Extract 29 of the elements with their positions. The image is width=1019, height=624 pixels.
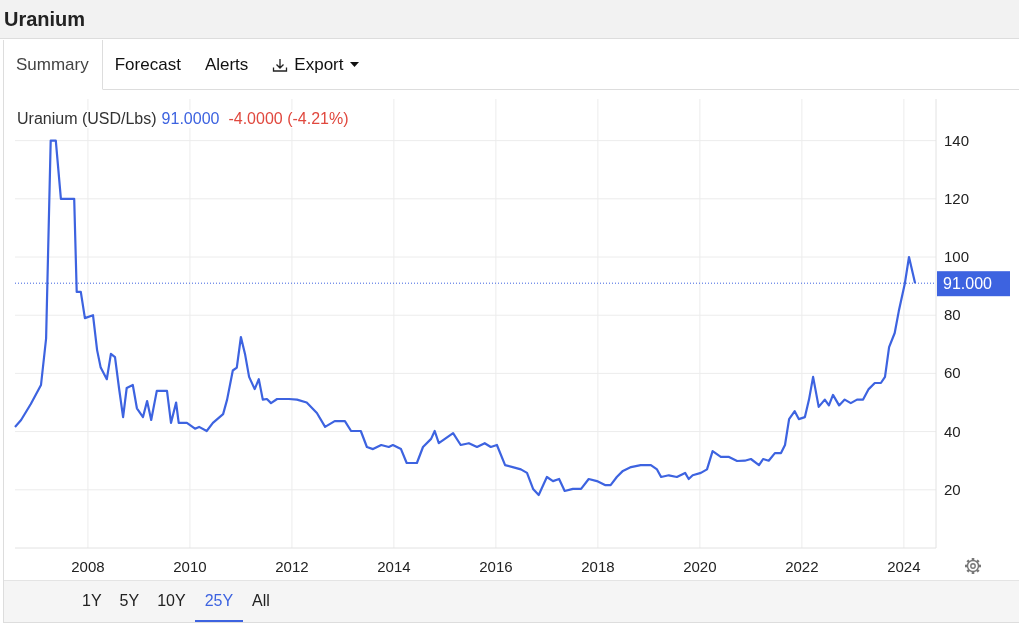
- x-axis-label: 2014: [377, 558, 411, 575]
- range-button[interactable]: All: [243, 581, 279, 622]
- series-name: Uranium (USD/Lbs): [17, 110, 157, 128]
- price-label: 91.000: [943, 275, 992, 293]
- x-axis-label: 2022: [785, 558, 819, 575]
- range-button[interactable]: 1Y: [73, 581, 111, 622]
- x-axis-label: 2016: [479, 558, 513, 575]
- y-axis-label: 120: [944, 189, 970, 207]
- y-axis-label: 40: [944, 422, 961, 440]
- download-icon: [272, 56, 289, 73]
- x-axis-label: 2012: [275, 558, 309, 575]
- range-button[interactable]: 25Y: [194, 581, 244, 622]
- price-change: -4.0000 (-4.21%): [228, 110, 349, 128]
- y-axis-label: 20: [944, 480, 961, 498]
- caret-icon: [350, 61, 360, 68]
- x-axis-label: 2024: [887, 558, 921, 575]
- x-axis-label: 2020: [683, 558, 717, 575]
- price-value: 91.0000: [161, 110, 220, 128]
- range-button[interactable]: 10Y: [148, 581, 195, 622]
- x-axis-label: 2010: [173, 558, 207, 575]
- x-axis-label: 2018: [581, 558, 615, 575]
- y-axis-label: 60: [944, 364, 961, 382]
- range-button[interactable]: 5Y: [110, 581, 149, 622]
- settings-icon[interactable]: [965, 558, 981, 574]
- page-title: Uranium: [4, 7, 86, 31]
- y-axis-label: 140: [944, 131, 970, 149]
- x-axis-label: 2008: [71, 558, 105, 575]
- y-axis-label: 100: [944, 248, 970, 265]
- y-axis-label: 80: [944, 306, 961, 324]
